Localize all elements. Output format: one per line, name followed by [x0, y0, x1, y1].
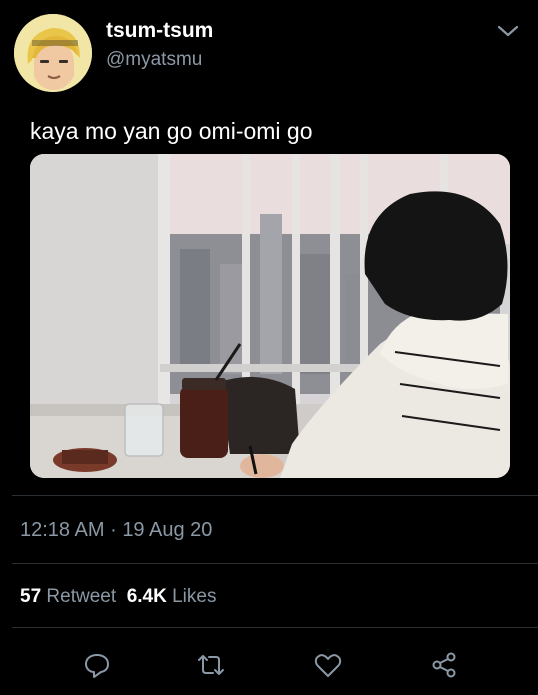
likes-count: 6.4K — [126, 586, 167, 607]
retweets-label: Retweet — [46, 586, 117, 607]
tweet-date: 19 Aug 20 — [122, 519, 213, 541]
heart-icon — [314, 654, 342, 677]
user-handle[interactable]: @myatsmu — [106, 49, 202, 71]
share-button[interactable] — [427, 648, 461, 682]
timestamp-separator: · — [110, 519, 117, 541]
divider — [12, 495, 538, 496]
likes-label: Likes — [172, 586, 217, 607]
tweet-time: 12:18 AM — [20, 519, 105, 541]
tweet-detail: tsum-tsum @myatsmu kaya mo yan go omi-om… — [0, 0, 538, 695]
retweet-button[interactable] — [194, 648, 228, 682]
divider — [12, 627, 538, 628]
retweets-count: 57 — [20, 586, 42, 607]
engagement-stats: 57 Retweet 6.4K Likes — [20, 586, 216, 608]
retweets-stat[interactable]: 57 Retweet — [20, 586, 116, 607]
likes-stat[interactable]: 6.4K Likes — [127, 586, 217, 607]
tweet-timestamp[interactable]: 12:18 AM · 19 Aug 20 — [20, 519, 212, 542]
retweet-icon — [198, 655, 224, 675]
chevron-down-icon[interactable] — [496, 22, 520, 40]
share-icon — [432, 652, 456, 678]
like-button[interactable] — [311, 648, 345, 682]
tweet-text: kaya mo yan go omi-omi go — [30, 118, 313, 144]
photo-illustration — [30, 154, 510, 478]
divider — [12, 563, 538, 564]
reply-button[interactable] — [80, 648, 114, 682]
reply-icon — [85, 654, 109, 678]
avatar[interactable] — [14, 14, 92, 92]
display-name[interactable]: tsum-tsum — [106, 19, 213, 43]
avatar-image — [14, 14, 92, 92]
tweet-photo[interactable] — [30, 154, 510, 478]
